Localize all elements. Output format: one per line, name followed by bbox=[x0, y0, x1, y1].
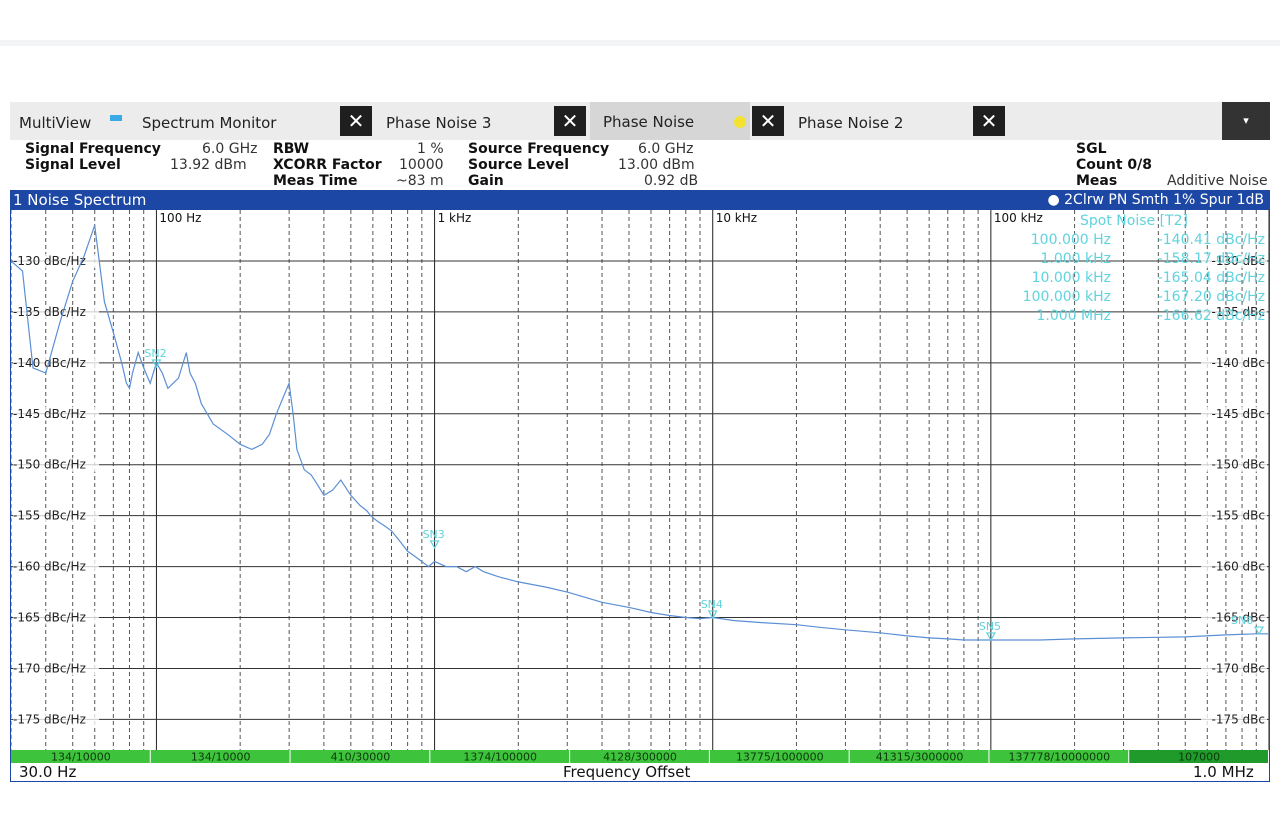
y-tick-label-left: -160 dBc/Hz bbox=[13, 560, 86, 574]
sgl-indicator: SGL bbox=[1076, 141, 1107, 157]
spot-noise-marker-label: SN6 bbox=[1231, 614, 1253, 627]
y-tick-label-left: -170 dBc/Hz bbox=[13, 661, 86, 675]
xcorr-progress-bar: 134/10000 134/10000 410/30000 1374/100000 41… bbox=[11, 750, 1268, 764]
signal-level-label: Signal Level bbox=[25, 157, 121, 173]
x-tick-label: 10 kHz bbox=[716, 211, 757, 225]
status-dot-icon bbox=[734, 116, 746, 128]
close-phase-noise-2-icon[interactable]: ✕ bbox=[973, 106, 1005, 136]
top-strip bbox=[0, 40, 1280, 46]
spot-noise-frequency: 100.000 Hz bbox=[1031, 232, 1111, 248]
tab-spectrum-monitor[interactable]: Spectrum Monitor bbox=[142, 114, 276, 132]
gain-value: 0.92 dB bbox=[644, 173, 699, 189]
signal-level-value: 13.92 dBm bbox=[170, 157, 247, 173]
spot-noise-frequency: 1.000 kHz bbox=[1040, 251, 1111, 267]
rbw-value: 1 % bbox=[417, 141, 444, 157]
signal-frequency-value: 6.0 GHz bbox=[202, 141, 258, 157]
meas-mode-label: Meas bbox=[1076, 173, 1118, 189]
close-phase-noise-3-icon[interactable]: ✕ bbox=[554, 106, 586, 136]
noise-trace-line bbox=[11, 225, 1269, 641]
source-level-value: 13.00 dBm bbox=[618, 157, 695, 173]
y-tick-label-right: -155 dBc bbox=[1212, 509, 1266, 523]
meas-time-value: ~83 m bbox=[396, 173, 444, 189]
tab-multiview[interactable]: MultiView bbox=[19, 114, 91, 132]
stop-frequency: 1.0 MHz bbox=[1193, 763, 1254, 781]
spot-noise-value: -165.04 dBc/Hz bbox=[1158, 270, 1265, 286]
xcorr-segment-label: 41315/3000000 bbox=[876, 751, 964, 764]
y-tick-label-left: -175 dBc/Hz bbox=[13, 712, 86, 726]
source-frequency-value: 6.0 GHz bbox=[638, 141, 694, 157]
spot-noise-marker-label: SN5 bbox=[979, 620, 1001, 633]
window-title: 1 Noise Spectrum bbox=[13, 191, 147, 209]
gain-label: Gain bbox=[468, 173, 504, 189]
spot-noise-value: -140.41 dBc/Hz bbox=[1158, 232, 1265, 248]
y-tick-label-right: -140 dBc bbox=[1212, 356, 1266, 370]
xcorr-segment-label: 134/10000 bbox=[191, 751, 251, 764]
trace-info: ● 2Clrw PN Smth 1% Spur 1dB bbox=[1047, 192, 1264, 208]
xcorr-label: XCORR Factor bbox=[273, 157, 382, 173]
y-tick-label-right: -150 dBc bbox=[1212, 458, 1266, 472]
spot-noise-value: -166.62 dBc/Hz bbox=[1158, 308, 1265, 324]
multiview-icon bbox=[110, 115, 122, 121]
spot-noise-value: -158.17 dBc/Hz bbox=[1158, 251, 1265, 267]
y-tick-label-right: -145 dBc bbox=[1212, 407, 1266, 421]
xcorr-value: 10000 bbox=[399, 157, 444, 173]
y-tick-label-left: -165 dBc/Hz bbox=[13, 611, 86, 625]
sweep-count: Count 0/8 bbox=[1076, 157, 1152, 173]
rbw-label: RBW bbox=[273, 141, 310, 157]
y-tick-label-left: -135 dBc/Hz bbox=[13, 305, 86, 319]
xcorr-segment-label: 1374/100000 bbox=[463, 751, 537, 764]
y-tick-label-right: -170 dBc bbox=[1212, 661, 1266, 675]
spot-noise-marker-label: SN2 bbox=[144, 347, 166, 360]
x-tick-label: 100 Hz bbox=[159, 211, 201, 225]
y-tick-label-left: -155 dBc/Hz bbox=[13, 509, 86, 523]
y-tick-label-right: -160 dBc bbox=[1212, 560, 1266, 574]
noise-spectrum-chart[interactable]: 100 Hz 1 kHz 10 kHz 100 kHz-130 dBc/Hz -130 … bbox=[11, 210, 1269, 750]
xcorr-segment-label: 410/30000 bbox=[331, 751, 391, 764]
signal-frequency-label: Signal Frequency bbox=[25, 141, 161, 157]
xcorr-segment-label: 13775/1000000 bbox=[736, 751, 824, 764]
start-frequency: 30.0 Hz bbox=[19, 763, 77, 781]
spot-noise-marker-label: SN4 bbox=[701, 598, 723, 611]
close-phase-noise-icon[interactable]: ✕ bbox=[752, 106, 784, 136]
source-frequency-label: Source Frequency bbox=[468, 141, 610, 157]
x-axis-title: Frequency Offset bbox=[563, 763, 691, 781]
measurement-info-panel: Signal Frequency 6.0 GHz Signal Level 13… bbox=[10, 140, 1270, 190]
meas-time-label: Meas Time bbox=[273, 173, 358, 189]
window-title-bar: 1 Noise Spectrum ● 2Clrw PN Smth 1% Spur… bbox=[10, 190, 1270, 210]
spot-noise-frequency: 10.000 kHz bbox=[1032, 270, 1111, 286]
source-level-label: Source Level bbox=[468, 157, 570, 173]
spot-noise-marker-label: SN3 bbox=[423, 528, 445, 541]
y-tick-label-left: -130 dBc/Hz bbox=[13, 254, 86, 268]
xcorr-segment-label: 134/10000 bbox=[51, 751, 111, 764]
tab-phase-noise-3[interactable]: Phase Noise 3 bbox=[386, 114, 491, 132]
meas-mode-value: Additive Noise bbox=[1167, 173, 1268, 189]
menu-dropdown-icon[interactable]: ▾ bbox=[1222, 102, 1270, 140]
y-tick-label-left: -150 dBc/Hz bbox=[13, 458, 86, 472]
close-spectrum-monitor-icon[interactable]: ✕ bbox=[340, 106, 372, 136]
tab-phase-noise-2[interactable]: Phase Noise 2 bbox=[798, 114, 903, 132]
xcorr-segment-label: 4128/300000 bbox=[603, 751, 677, 764]
xcorr-segment-label: 107000 bbox=[1178, 751, 1220, 764]
tab-phase-noise[interactable]: Phase Noise bbox=[603, 113, 694, 131]
spot-noise-title: Spot Noise [T2] bbox=[1080, 213, 1188, 229]
spot-noise-frequency: 100.000 kHz bbox=[1023, 289, 1111, 305]
y-tick-label-left: -145 dBc/Hz bbox=[13, 407, 86, 421]
x-tick-label: 1 kHz bbox=[438, 211, 472, 225]
xcorr-segment-label: 137778/10000000 bbox=[1008, 751, 1110, 764]
x-tick-label: 100 kHz bbox=[994, 211, 1043, 225]
y-tick-label-right: -175 dBc bbox=[1212, 712, 1266, 726]
spot-noise-value: -167.20 dBc/Hz bbox=[1158, 289, 1265, 305]
spot-noise-frequency: 1.000 MHz bbox=[1037, 308, 1111, 324]
